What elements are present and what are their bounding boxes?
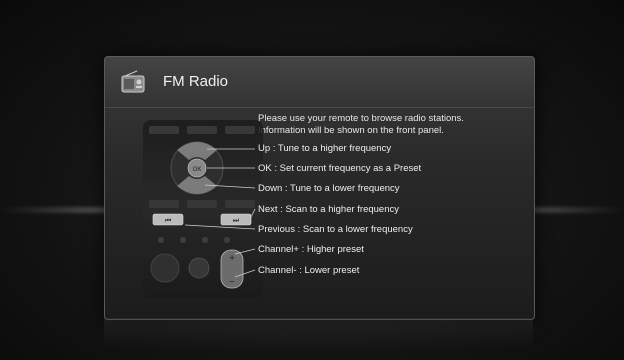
previous-glyph: ⏮	[165, 217, 171, 225]
legend-up: Up : Tune to a higher frequency	[258, 143, 392, 154]
fm-radio-dialog: FM Radio Please use your remote to brows…	[104, 56, 535, 320]
legend-channel-plus: Channel+ : Higher preset	[258, 244, 364, 255]
dialog-header: FM Radio	[105, 57, 534, 108]
panel-reflection	[104, 318, 533, 348]
remote-illustration: OK ⏮ ⏭ + −	[143, 120, 263, 298]
legend-previous: Previous : Scan to a lower frequency	[258, 224, 413, 235]
legend-ok: OK : Set current frequency as a Preset	[258, 163, 422, 174]
instruction-line: Please use your remote to browse radio s…	[258, 113, 464, 124]
instruction-line: Information will be shown on the front p…	[258, 125, 444, 136]
ok-button-label: OK	[193, 167, 202, 173]
instructions-text: Please use your remote to browse radio s…	[258, 113, 464, 137]
next-glyph: ⏭	[233, 217, 240, 225]
remote-drawing: OK ⏮ ⏭ + −	[149, 126, 255, 289]
legend-next: Next : Scan to a higher frequency	[258, 204, 399, 215]
page-title: FM Radio	[163, 73, 229, 90]
channel-plus-glyph: +	[229, 254, 235, 262]
legend-channel-minus: Channel- : Lower preset	[258, 265, 360, 276]
legend-down: Down : Tune to a lower frequency	[258, 183, 400, 194]
radio-icon	[121, 70, 145, 93]
channel-minus-glyph: −	[229, 278, 235, 286]
